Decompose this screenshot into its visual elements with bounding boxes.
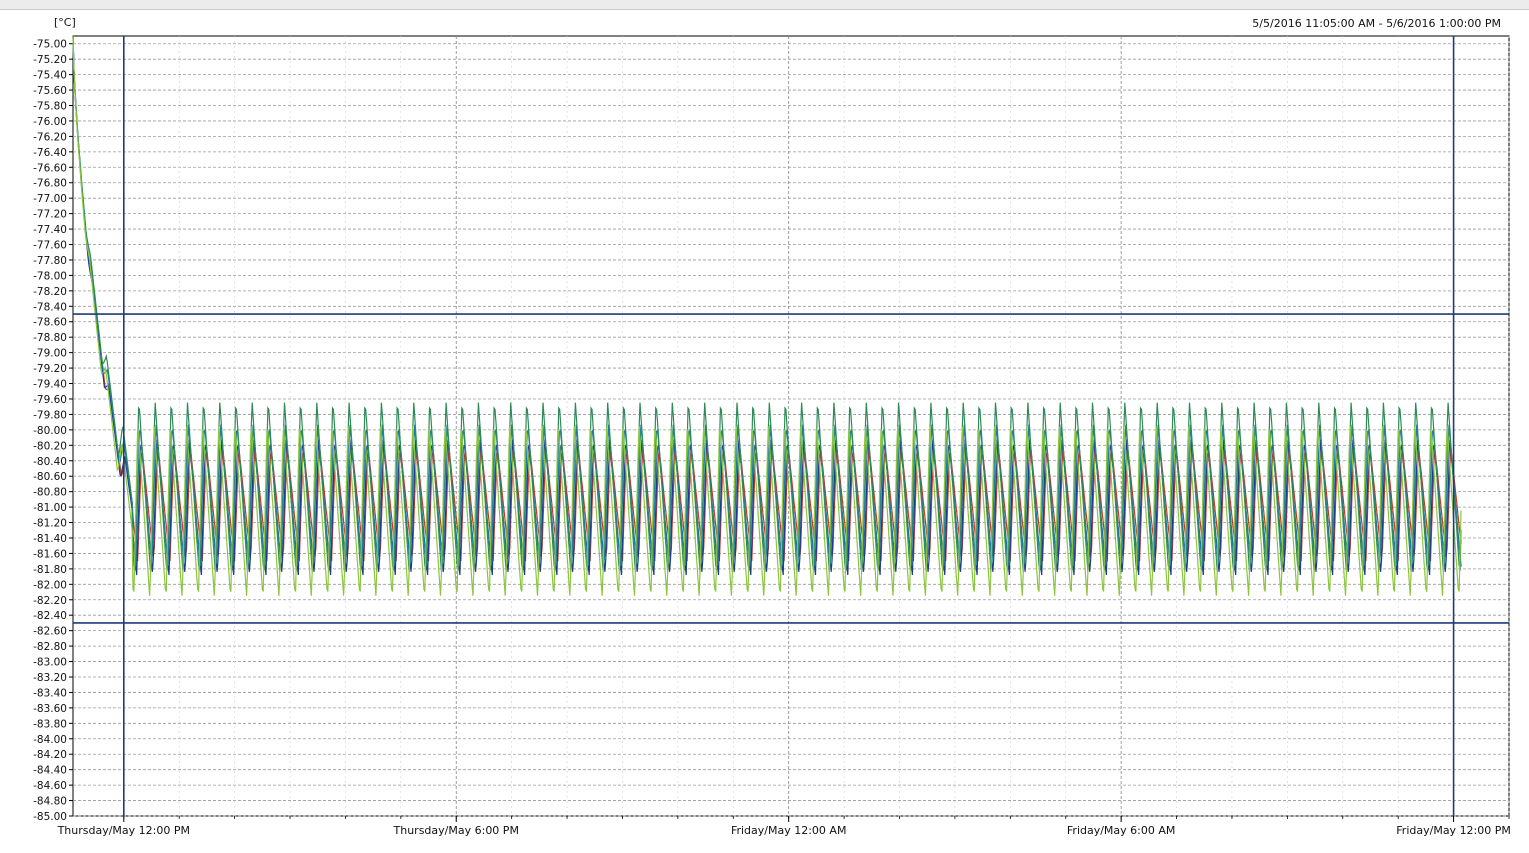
y-tick-label: -80.80 bbox=[33, 487, 67, 499]
y-tick-label: -81.00 bbox=[33, 502, 67, 514]
y-tick-label: -79.20 bbox=[33, 363, 67, 375]
y-tick-label: -80.60 bbox=[33, 471, 67, 483]
y-tick-label: -79.00 bbox=[33, 348, 67, 360]
y-tick-label: -82.60 bbox=[33, 626, 67, 638]
y-tick-label: -79.40 bbox=[33, 379, 67, 391]
y-tick-label: -79.80 bbox=[33, 409, 67, 421]
y-tick-label: -75.20 bbox=[33, 54, 67, 66]
y-tick-label: -84.40 bbox=[33, 765, 67, 777]
y-tick-label: -82.40 bbox=[33, 610, 67, 622]
y-tick-label: -77.20 bbox=[33, 209, 67, 221]
y-tick-label: -78.20 bbox=[33, 286, 67, 298]
y-tick-label: -78.00 bbox=[33, 270, 67, 282]
y-tick-label: -84.00 bbox=[33, 734, 67, 746]
x-tick-label: Friday/May 12:00 AM bbox=[731, 824, 847, 837]
y-tick-label: -83.60 bbox=[33, 703, 67, 715]
y-tick-label: -75.60 bbox=[33, 85, 67, 97]
y-tick-label: -75.80 bbox=[33, 101, 67, 113]
y-tick-label: -81.20 bbox=[33, 518, 67, 530]
y-tick-label: -75.40 bbox=[33, 70, 67, 82]
y-tick-label: -81.40 bbox=[33, 533, 67, 545]
y-tick-label: -78.60 bbox=[33, 317, 67, 329]
line-chart[interactable]: -75.00 -75.20 -75.40 -75.60 -75.80 -76.00 -76.… bbox=[0, 0, 1529, 853]
y-tick-label: -76.40 bbox=[33, 147, 67, 159]
y-tick-label: -83.40 bbox=[33, 687, 67, 699]
y-tick-label: -77.80 bbox=[33, 255, 67, 267]
y-tick-label: -82.80 bbox=[33, 641, 67, 653]
y-tick-label: -82.00 bbox=[33, 579, 67, 591]
y-tick-label: -80.40 bbox=[33, 456, 67, 468]
y-tick-label: -76.80 bbox=[33, 178, 67, 190]
y-tick-label: -80.20 bbox=[33, 440, 67, 452]
y-tick-label: -83.20 bbox=[33, 672, 67, 684]
y-tick-label: -79.60 bbox=[33, 394, 67, 406]
y-tick-label: -78.40 bbox=[33, 301, 67, 313]
y-tick-label: -81.80 bbox=[33, 564, 67, 576]
y-tick-label: -76.00 bbox=[33, 116, 67, 128]
y-tick-label: -83.00 bbox=[33, 657, 67, 669]
x-tick-label: Thursday/May 6:00 PM bbox=[393, 824, 519, 837]
y-tick-label: -84.20 bbox=[33, 749, 67, 761]
y-tick-label: -85.00 bbox=[33, 811, 67, 823]
y-tick-label: -75.00 bbox=[33, 39, 67, 51]
x-axis-ticks: Thursday/May 12:00 PM Thursday/May 6:00 P… bbox=[57, 816, 1511, 837]
x-tick-label: Thursday/May 12:00 PM bbox=[57, 824, 190, 837]
y-tick-label: -77.40 bbox=[33, 224, 67, 236]
y-tick-label: -76.60 bbox=[33, 162, 67, 174]
x-tick-label: Friday/May 6:00 AM bbox=[1067, 824, 1176, 837]
y-tick-label: -81.60 bbox=[33, 548, 67, 560]
x-tick-label: Friday/May 12:00 PM bbox=[1396, 824, 1511, 837]
y-tick-label: -83.80 bbox=[33, 718, 67, 730]
y-tick-label: -82.20 bbox=[33, 595, 67, 607]
y-tick-label: -78.80 bbox=[33, 332, 67, 344]
y-tick-label: -84.60 bbox=[33, 780, 67, 792]
y-tick-label: -77.60 bbox=[33, 240, 67, 252]
y-tick-label: -84.80 bbox=[33, 796, 67, 808]
y-tick-label: -80.00 bbox=[33, 425, 67, 437]
y-tick-label: -77.00 bbox=[33, 193, 67, 205]
chart-window: [°C] 5/5/2016 11:05:00 AM - 5/6/2016 1:0… bbox=[0, 0, 1529, 853]
plot-area[interactable] bbox=[72, 35, 1510, 817]
y-tick-label: -76.20 bbox=[33, 131, 67, 143]
y-axis-ticks: -75.00 -75.20 -75.40 -75.60 -75.80 -76.00 -76.… bbox=[33, 39, 73, 823]
